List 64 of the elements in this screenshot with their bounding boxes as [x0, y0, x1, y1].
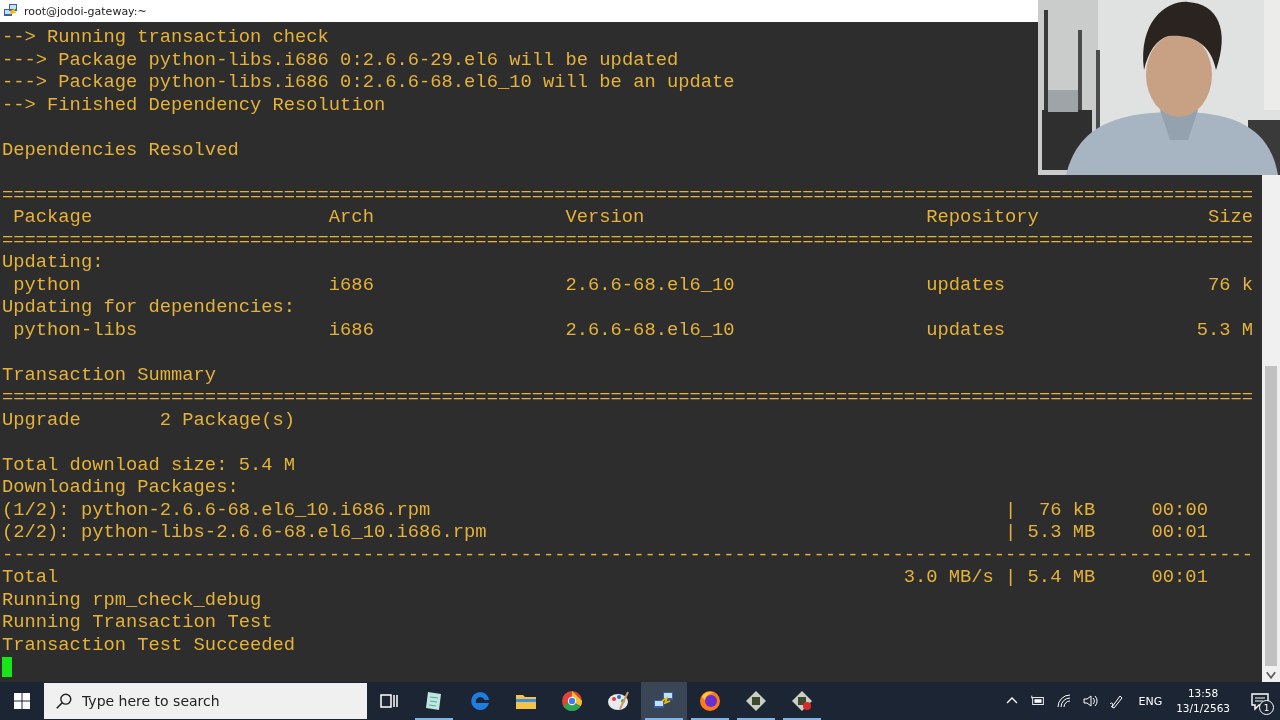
column-separator: | — [1005, 521, 1017, 544]
terminal-line: Transaction Summary — [2, 363, 217, 386]
column-header: Arch — [328, 206, 374, 229]
search-icon — [55, 692, 73, 710]
download-size: 5.4 MB — [1027, 566, 1096, 589]
search-field[interactable]: Type here to search — [44, 683, 367, 719]
summary-label: Upgrade — [2, 408, 81, 431]
column-header: Version — [565, 206, 645, 229]
terminal-line: Updating for dependencies: — [2, 296, 296, 318]
language-indicator[interactable]: ENG — [1138, 694, 1163, 708]
volume-icon[interactable] — [1082, 693, 1099, 709]
wifi-icon[interactable] — [1056, 693, 1073, 709]
terminal-line: Running Transaction Test — [2, 611, 273, 633]
rule-line: =============================================================================================================== — [2, 228, 1254, 251]
download-file: (1/2): python-2.6.6-68.el6_10.i686.rpm — [2, 498, 431, 521]
table-cell: 2.6.6-68.el6_10 — [565, 318, 735, 341]
terminal-line: Updating: — [2, 251, 104, 273]
table-cell: 76 k — [1207, 273, 1253, 296]
message-icon — [1250, 691, 1270, 711]
total-label: Total — [2, 566, 59, 589]
column-separator: | — [1005, 498, 1017, 521]
window-title: root@jodoi-gateway:~ — [24, 4, 147, 18]
windows-start-icon[interactable] — [12, 691, 32, 711]
table-cell: 2.6.6-68.el6_10 — [565, 273, 735, 296]
table-cell: i686 — [328, 318, 374, 341]
table-cell: updates — [926, 273, 1006, 296]
download-file: (2/2): python-libs-2.6.6-68.el6_10.i686.rpm — [2, 521, 487, 544]
task-view-icon[interactable] — [379, 691, 399, 711]
table-cell: updates — [926, 318, 1006, 341]
column-header: Package — [13, 206, 93, 229]
terminal-line: ---> Package python-libs.i686 0:2.6.6-68.el6_10 will be an update — [2, 71, 735, 93]
download-time: 00:00 — [1151, 498, 1208, 521]
column-header: Size — [1207, 206, 1253, 229]
column-header: Repository — [926, 206, 1039, 229]
terminal-line: Running rpm_check_debug — [2, 588, 262, 611]
download-speed: 3.0 MB/s — [903, 566, 994, 589]
download-time: 00:01 — [1151, 521, 1208, 544]
terminal-line: --> Running transaction check — [2, 26, 329, 48]
download-size: 5.3 MB — [1027, 521, 1096, 544]
network-icon[interactable] — [641, 682, 687, 720]
terminal-icon — [3, 3, 19, 19]
summary-value: 2 Package(s) — [159, 408, 296, 431]
terminal-line: Dependencies Resolved — [2, 138, 239, 161]
text-cursor — [2, 657, 12, 677]
download-size: 76 kB — [1038, 498, 1096, 521]
table-cell: python-libs — [13, 318, 138, 341]
scroll-thumb[interactable] — [1265, 366, 1277, 666]
notification-button[interactable]: 1 — [1240, 682, 1280, 720]
terminal-line: --> Finished Dependency Resolution — [2, 93, 386, 116]
download-time: 00:01 — [1151, 566, 1208, 589]
table-cell: 5.3 M — [1196, 318, 1253, 341]
table-cell: i686 — [328, 273, 374, 296]
rule-line: =============================================================================================================== — [2, 386, 1254, 408]
terminal-line: ---> Package python-libs.i686 0:2.6.6-29.el6 will be updated — [2, 48, 679, 71]
terminal-line: Downloading Packages: — [2, 476, 239, 498]
table-cell: python — [13, 273, 81, 296]
rule-line: =============================================================================================================== — [2, 183, 1254, 206]
rule-line: --------------------------------------------------------------------------------------------------------------- — [2, 543, 1254, 566]
pen-icon[interactable] — [1108, 693, 1125, 709]
terminal-line: Transaction Test Succeeded — [2, 633, 296, 656]
terminal-line: Total download size: 5.4 M — [2, 453, 296, 476]
notification-badge: 1 — [1259, 700, 1274, 715]
column-separator: | — [1005, 566, 1017, 589]
clock[interactable]: 13:58 13/1/2563 — [1176, 686, 1230, 716]
